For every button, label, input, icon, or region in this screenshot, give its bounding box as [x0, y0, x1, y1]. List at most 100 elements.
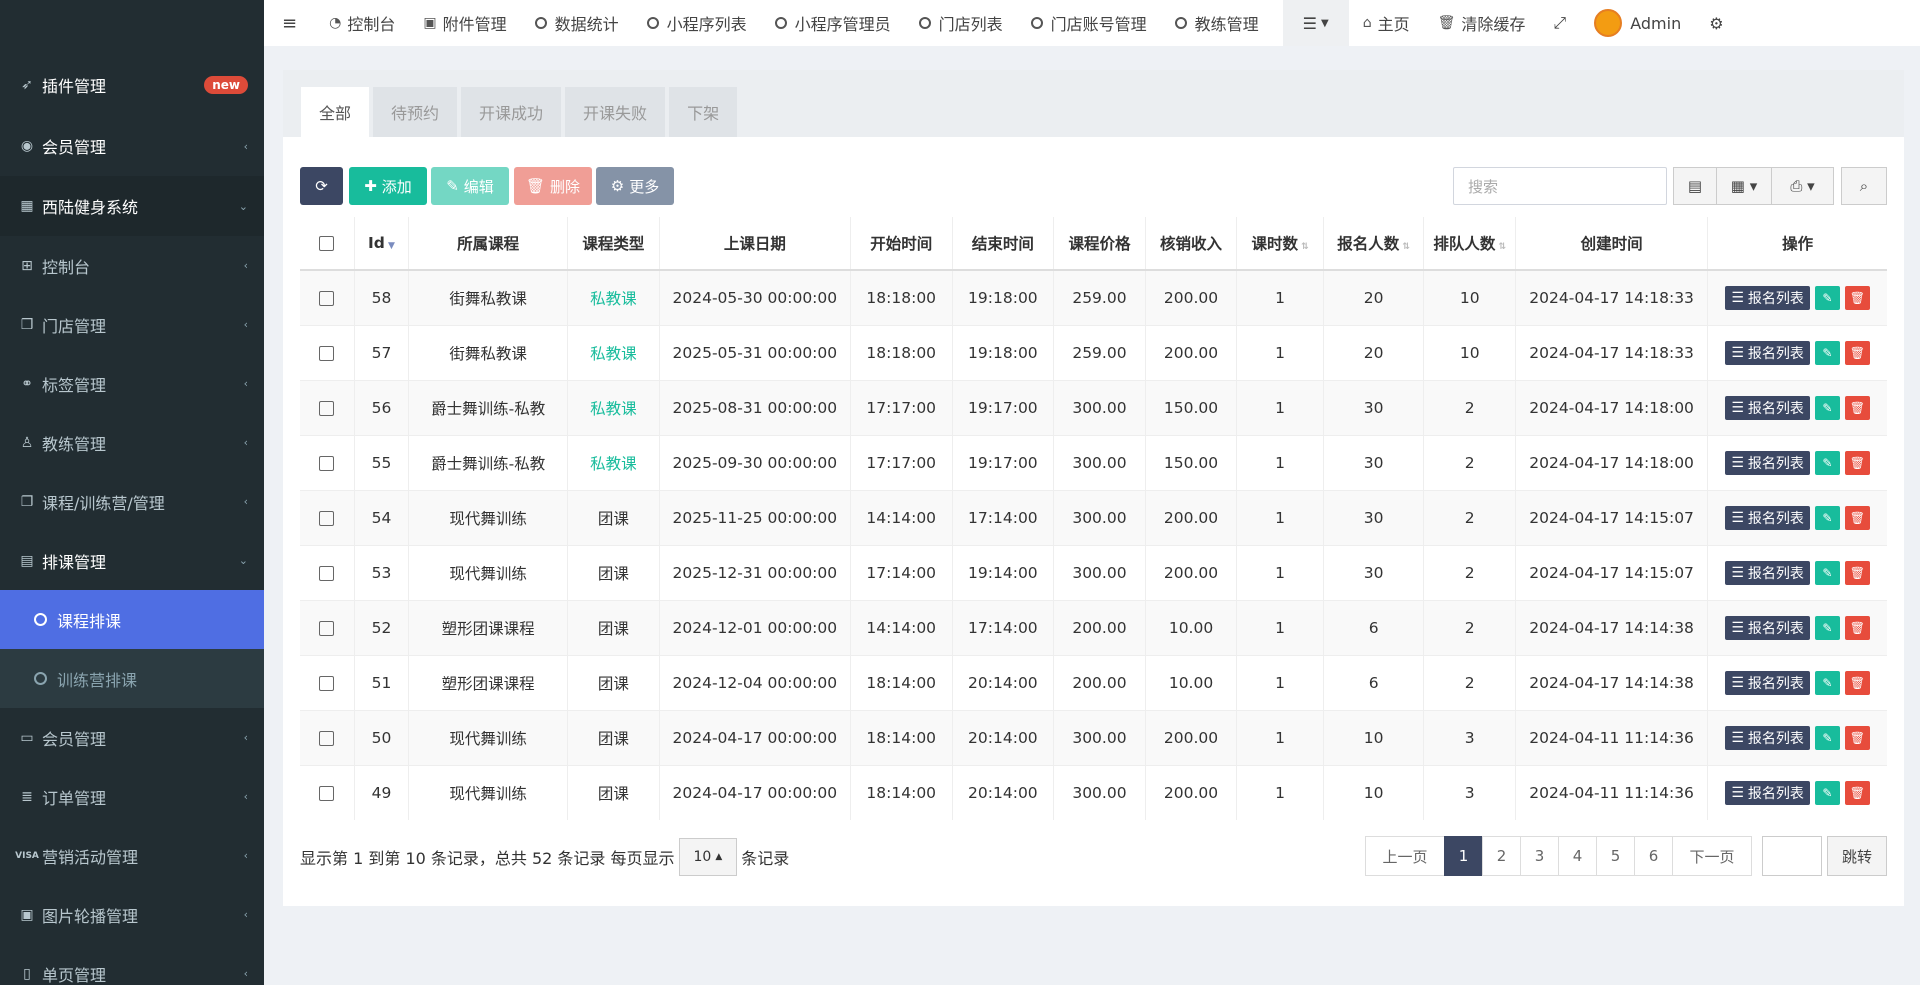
row-delete-button[interactable]: 🗑 — [1844, 450, 1870, 475]
page-3[interactable]: 3 — [1520, 836, 1559, 876]
sidebar-item-orders[interactable]: ≣ 订单管理 ‹ — [0, 767, 264, 826]
page-6[interactable]: 6 — [1634, 836, 1673, 876]
row-edit-button[interactable]: ✎ — [1814, 560, 1840, 585]
row-edit-button[interactable]: ✎ — [1814, 285, 1840, 310]
row-edit-button[interactable]: ✎ — [1814, 340, 1840, 365]
row-select-cell[interactable] — [300, 269, 355, 325]
row-checkbox[interactable] — [319, 400, 335, 416]
col-hours[interactable]: 课时数 ⇅ — [1236, 217, 1324, 271]
row-edit-button[interactable]: ✎ — [1814, 450, 1840, 475]
sidebar-item-marketing[interactable]: VISA 营销活动管理 ‹ — [0, 826, 264, 885]
nav-attachments[interactable]: ▣ 附件管理 — [409, 0, 520, 46]
row-select-cell[interactable] — [300, 599, 355, 655]
search-button[interactable]: ⌕ — [1841, 167, 1887, 205]
sidebar-item-carousel[interactable]: ▣ 图片轮播管理 ‹ — [0, 885, 264, 944]
row-select-cell[interactable] — [300, 654, 355, 710]
sidebar-subitem-camp-schedule[interactable]: 训练营排课 — [0, 649, 264, 708]
row-checkbox[interactable] — [319, 675, 335, 691]
sidebar-subitem-course-schedule[interactable]: 课程排课 — [0, 590, 264, 649]
sidebar-item-coaches[interactable]: ♙ 教练管理 ‹ — [0, 413, 264, 472]
edit-button[interactable]: ✎ 编辑 — [431, 167, 509, 205]
signup-list-button[interactable]: ☰ 报名列表 — [1725, 725, 1810, 750]
col-queue[interactable]: 排队人数 ⇅ — [1423, 217, 1516, 271]
sidebar-item-pages[interactable]: ▯ 单页管理 ‹ — [0, 944, 264, 985]
export-button[interactable]: ⎙ ▾ — [1771, 167, 1834, 205]
sidebar-item-dashboard[interactable]: ⊞ 控制台 ‹ — [0, 236, 264, 295]
row-delete-button[interactable]: 🗑 — [1844, 780, 1870, 805]
signup-list-button[interactable]: ☰ 报名列表 — [1725, 560, 1810, 585]
nav-dashboard[interactable]: ◔ 控制台 — [315, 0, 409, 46]
nav-store-accounts[interactable]: 门店账号管理 — [1017, 0, 1161, 46]
row-delete-button[interactable]: 🗑 — [1844, 670, 1870, 695]
row-select-cell[interactable] — [300, 544, 355, 600]
tab-pending[interactable]: 待预约 — [373, 87, 458, 137]
page-4[interactable]: 4 — [1558, 836, 1597, 876]
jump-page-input[interactable] — [1762, 836, 1822, 876]
row-checkbox[interactable] — [319, 565, 335, 581]
sidebar-item-stores[interactable]: ❒ 门店管理 ‹ — [0, 295, 264, 354]
prev-page-button[interactable]: 上一页 — [1365, 836, 1445, 876]
sidebar-item-schedule[interactable]: ▤ 排课管理 ⌄ — [0, 531, 264, 590]
select-all-cell[interactable] — [300, 217, 355, 271]
row-select-cell[interactable] — [300, 764, 355, 820]
sidebar-item-courses[interactable]: ❐ 课程/训练营/管理 ‹ — [0, 472, 264, 531]
menu-toggle-button[interactable]: ≡ — [264, 0, 315, 46]
row-edit-button[interactable]: ✎ — [1814, 780, 1840, 805]
home-link[interactable]: ⌂ 主页 — [1349, 0, 1424, 46]
signup-list-button[interactable]: ☰ 报名列表 — [1725, 450, 1810, 475]
signup-list-button[interactable]: ☰ 报名列表 — [1725, 285, 1810, 310]
nav-coaches[interactable]: 教练管理 — [1161, 0, 1273, 46]
sidebar-item-members[interactable]: ◉ 会员管理 ‹ — [0, 116, 264, 176]
tab-all[interactable]: 全部 — [301, 87, 370, 137]
toggle-view-button[interactable]: ▤ — [1673, 167, 1717, 205]
row-delete-button[interactable]: 🗑 — [1844, 285, 1870, 310]
sidebar-item-tags[interactable]: ⚭ 标签管理 ‹ — [0, 354, 264, 413]
row-checkbox[interactable] — [319, 785, 335, 801]
row-delete-button[interactable]: 🗑 — [1844, 505, 1870, 530]
row-select-cell[interactable] — [300, 434, 355, 490]
row-checkbox[interactable] — [319, 730, 335, 746]
signup-list-button[interactable]: ☰ 报名列表 — [1725, 395, 1810, 420]
signup-list-button[interactable]: ☰ 报名列表 — [1725, 780, 1810, 805]
col-signups[interactable]: 报名人数 ⇅ — [1322, 217, 1424, 271]
columns-button[interactable]: ▦ ▾ — [1716, 167, 1772, 205]
row-edit-button[interactable]: ✎ — [1814, 725, 1840, 750]
tab-offline[interactable]: 下架 — [669, 87, 738, 137]
signup-list-button[interactable]: ☰ 报名列表 — [1725, 505, 1810, 530]
row-select-cell[interactable] — [300, 379, 355, 435]
refresh-button[interactable]: ⟳ — [300, 167, 343, 205]
row-delete-button[interactable]: 🗑 — [1844, 725, 1870, 750]
row-select-cell[interactable] — [300, 489, 355, 545]
row-delete-button[interactable]: 🗑 — [1844, 395, 1870, 420]
clear-cache-button[interactable]: 🗑 清除缓存 — [1424, 0, 1540, 46]
row-checkbox[interactable] — [319, 620, 335, 636]
sidebar-item-plugins[interactable]: ➶ 插件管理 new — [0, 54, 264, 116]
page-2[interactable]: 2 — [1482, 836, 1521, 876]
jump-button[interactable]: 跳转 — [1827, 836, 1887, 876]
row-select-cell[interactable] — [300, 324, 355, 380]
row-edit-button[interactable]: ✎ — [1814, 615, 1840, 640]
delete-button[interactable]: 🗑 删除 — [514, 167, 592, 205]
col-id[interactable]: Id ▼ — [353, 217, 409, 271]
row-checkbox[interactable] — [319, 455, 335, 471]
nav-more-dropdown[interactable]: ☰ ▼ — [1282, 0, 1349, 46]
nav-miniprogram-list[interactable]: 小程序列表 — [633, 0, 761, 46]
tab-failed[interactable]: 开课失败 — [565, 87, 666, 137]
sidebar-item-fitness-system[interactable]: ▦ 西陆健身系统 ⌄ — [0, 176, 264, 236]
tab-success[interactable]: 开课成功 — [461, 87, 562, 137]
row-delete-button[interactable]: 🗑 — [1844, 615, 1870, 640]
nav-statistics[interactable]: 数据统计 — [521, 0, 633, 46]
fullscreen-button[interactable]: ⤢ — [1539, 0, 1580, 46]
signup-list-button[interactable]: ☰ 报名列表 — [1725, 615, 1810, 640]
row-delete-button[interactable]: 🗑 — [1844, 340, 1870, 365]
row-select-cell[interactable] — [300, 709, 355, 765]
signup-list-button[interactable]: ☰ 报名列表 — [1725, 670, 1810, 695]
row-edit-button[interactable]: ✎ — [1814, 670, 1840, 695]
nav-miniprogram-admins[interactable]: 小程序管理员 — [761, 0, 905, 46]
row-delete-button[interactable]: 🗑 — [1844, 560, 1870, 585]
row-checkbox[interactable] — [319, 290, 335, 306]
row-checkbox[interactable] — [319, 345, 335, 361]
sidebar-item-members-2[interactable]: ▭ 会员管理 ‹ — [0, 708, 264, 767]
user-menu[interactable]: Admin — [1580, 0, 1695, 46]
settings-button[interactable]: ⚙ — [1695, 0, 1737, 46]
